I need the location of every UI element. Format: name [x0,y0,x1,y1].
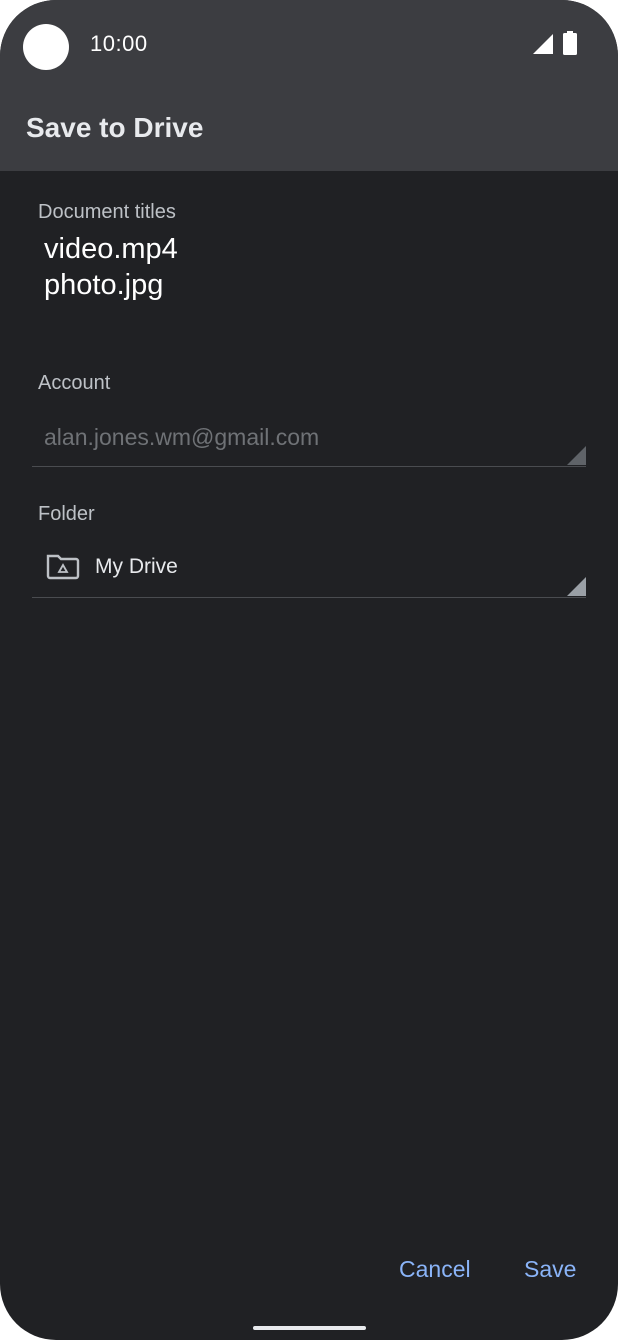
account-dropdown[interactable]: alan.jones.wm@gmail.com [32,416,586,467]
folder-value: My Drive [95,555,178,578]
gesture-nav-handle[interactable] [253,1326,366,1330]
cancel-button[interactable]: Cancel [399,1256,471,1283]
document-title-item: photo.jpg [44,269,164,301]
top-app-bar: 10:00 Save to Drive [0,0,618,171]
folder-dropdown[interactable]: My Drive [32,546,586,598]
drive-folder-icon [46,554,80,580]
page-title: Save to Drive [26,112,204,143]
battery-icon [563,31,577,55]
account-value: alan.jones.wm@gmail.com [44,424,320,450]
folder-label: Folder [38,503,95,525]
save-button[interactable]: Save [524,1256,576,1283]
status-time: 10:00 [90,31,148,56]
signal-icon [533,34,553,54]
account-label: Account [38,372,111,394]
status-bar: 10:00 [0,0,618,88]
document-title-item: video.mp4 [44,233,178,265]
dropdown-arrow-icon [567,577,586,596]
dropdown-arrow-icon [567,446,586,465]
camera-cutout [23,24,69,70]
document-titles-label: Document titles [38,201,176,223]
phone-screen: 10:00 Save to Drive Document titles vide… [0,0,618,1340]
